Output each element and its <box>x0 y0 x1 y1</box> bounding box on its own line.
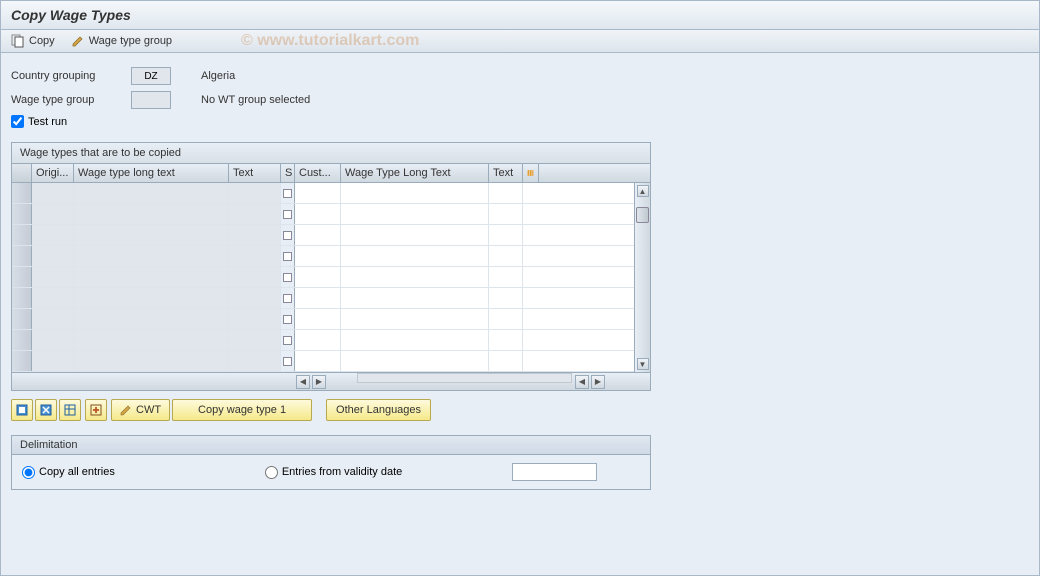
th-origi[interactable]: Origi... <box>32 164 74 182</box>
wage-type-group-label: Wage type group <box>89 35 172 47</box>
scroll-up-icon[interactable]: ▲ <box>637 185 649 197</box>
scroll-thumb[interactable] <box>636 207 649 223</box>
entries-from-radio[interactable] <box>265 466 278 479</box>
deselect-all-button[interactable] <box>35 399 57 421</box>
scroll-right-icon[interactable]: ▶ <box>312 375 326 389</box>
delimitation-group: Delimitation Copy all entries Entries fr… <box>11 435 651 490</box>
other-languages-label: Other Languages <box>336 404 421 416</box>
copy-all-radio-group: Copy all entries <box>22 466 115 479</box>
scroll-down-icon[interactable]: ▼ <box>637 358 649 370</box>
table-settings-button[interactable] <box>59 399 81 421</box>
pencil-icon <box>71 34 85 48</box>
scroll-left-icon[interactable]: ◀ <box>575 375 589 389</box>
copy-all-radio[interactable] <box>22 466 35 479</box>
copy-label: Copy <box>29 35 55 47</box>
entries-from-label: Entries from validity date <box>282 466 402 478</box>
hscroll-left-group[interactable]: ◀ ▶ <box>295 373 355 390</box>
th-long-text-1[interactable]: Wage type long text <box>74 164 229 182</box>
content-area: Country grouping Algeria Wage type group… <box>1 53 1039 500</box>
hscroll-right-group[interactable]: ◀ ▶ <box>574 373 634 390</box>
table-row[interactable] <box>12 288 634 309</box>
wage-types-table: Wage types that are to be copied Origi..… <box>11 142 651 391</box>
wage-type-group-input[interactable] <box>131 91 171 109</box>
pencil-icon <box>120 404 132 416</box>
toolbar: Copy Wage type group © www.tutorialkart.… <box>1 30 1039 53</box>
th-long-text-2[interactable]: Wage Type Long Text <box>341 164 489 182</box>
hscroll-track[interactable] <box>357 373 572 383</box>
country-grouping-input[interactable] <box>131 67 171 85</box>
table-rows <box>12 183 634 372</box>
scroll-left-icon[interactable]: ◀ <box>296 375 310 389</box>
entries-from-radio-group: Entries from validity date <box>265 466 402 479</box>
country-grouping-row: Country grouping Algeria <box>11 67 1029 85</box>
copy-icon <box>11 34 25 48</box>
th-text-1[interactable]: Text <box>229 164 281 182</box>
table-row[interactable] <box>12 225 634 246</box>
wage-type-group-text: No WT group selected <box>201 94 310 106</box>
table-row[interactable] <box>12 351 634 372</box>
button-row: CWT Copy wage type 1 Other Languages <box>11 399 1029 421</box>
table-row[interactable] <box>12 330 634 351</box>
vertical-scrollbar[interactable]: ▲ ▼ <box>634 183 650 372</box>
table-header: Origi... Wage type long text Text S Cust… <box>12 164 650 183</box>
th-cust[interactable]: Cust... <box>295 164 341 182</box>
select-all-button[interactable] <box>11 399 33 421</box>
table-title: Wage types that are to be copied <box>12 143 650 164</box>
title-bar: Copy Wage Types <box>1 1 1039 30</box>
table-row[interactable] <box>12 267 634 288</box>
copy-wt1-label: Copy wage type 1 <box>198 404 286 416</box>
other-languages-button[interactable]: Other Languages <box>326 399 431 421</box>
horizontal-scroll-row: ◀ ▶ ◀ ▶ <box>12 372 650 390</box>
test-run-checkbox[interactable] <box>11 115 24 128</box>
table-body: ▲ ▼ <box>12 183 650 372</box>
table-row[interactable] <box>12 309 634 330</box>
th-selector[interactable] <box>12 164 32 182</box>
th-config-icon[interactable] <box>523 164 539 182</box>
cwt-label: CWT <box>136 404 161 416</box>
watermark: © www.tutorialkart.com <box>241 32 419 50</box>
wage-type-group-button[interactable]: Wage type group <box>71 34 172 48</box>
scroll-track[interactable] <box>635 197 650 358</box>
th-s[interactable]: S <box>281 164 295 182</box>
copy-wage-type-1-button[interactable]: Copy wage type 1 <box>172 399 312 421</box>
table-row[interactable] <box>12 246 634 267</box>
test-run-label: Test run <box>28 116 67 128</box>
country-grouping-text: Algeria <box>201 70 235 82</box>
delimitation-title: Delimitation <box>12 436 650 455</box>
table-row[interactable] <box>12 183 634 204</box>
country-grouping-label: Country grouping <box>11 70 131 82</box>
insert-row-button[interactable] <box>85 399 107 421</box>
th-text-2[interactable]: Text <box>489 164 523 182</box>
copy-all-label: Copy all entries <box>39 466 115 478</box>
scroll-right-icon[interactable]: ▶ <box>591 375 605 389</box>
table-row[interactable] <box>12 204 634 225</box>
delimitation-body: Copy all entries Entries from validity d… <box>12 455 650 489</box>
cwt-button[interactable]: CWT <box>111 399 170 421</box>
copy-button[interactable]: Copy <box>11 34 55 48</box>
page-title: Copy Wage Types <box>11 7 1029 23</box>
test-run-row: Test run <box>11 115 1029 128</box>
wage-type-group-field-label: Wage type group <box>11 94 131 106</box>
wage-type-group-row: Wage type group No WT group selected <box>11 91 1029 109</box>
validity-date-input[interactable] <box>512 463 597 481</box>
